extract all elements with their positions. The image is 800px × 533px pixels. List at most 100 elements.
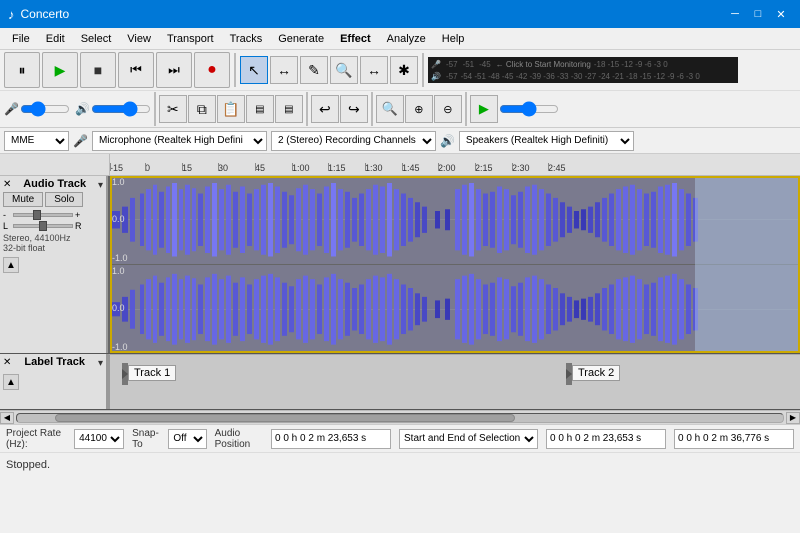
menu-transport[interactable]: Transport bbox=[159, 31, 222, 47]
mute-button[interactable]: Mute bbox=[3, 192, 43, 207]
play-button[interactable]: ▶ bbox=[42, 52, 78, 88]
status-message: Stopped. bbox=[6, 459, 50, 471]
label-track-canvas[interactable]: Track 1 Track 2 bbox=[108, 354, 800, 409]
scroll-thumb[interactable] bbox=[55, 414, 515, 422]
output-device-select[interactable]: Speakers (Realtek High Definiti) bbox=[459, 131, 634, 151]
divider6 bbox=[465, 92, 467, 126]
track-header: ✕ Audio Track ▾ bbox=[3, 178, 103, 192]
stop-button[interactable]: ■ bbox=[80, 52, 116, 88]
ruler-tick: 2:45 bbox=[548, 163, 566, 173]
audio-position-input[interactable] bbox=[271, 429, 391, 449]
ruler: -15 0 15 30 45 1:00 1:15 1:30 1:45 2:00 … bbox=[0, 154, 800, 176]
trim-button[interactable]: ▤ bbox=[246, 95, 274, 123]
snap-to-select[interactable]: Off bbox=[168, 429, 206, 449]
audio-track-controls: ✕ Audio Track ▾ Mute Solo - + L R bbox=[0, 176, 108, 353]
draw-tool[interactable]: ✎ bbox=[300, 56, 328, 84]
audio-track-canvas[interactable]: 1.0 0.0 -1.0 bbox=[108, 176, 800, 353]
gain-thumb[interactable] bbox=[33, 210, 41, 220]
monitoring-label[interactable]: ← Click to Start Monitoring bbox=[496, 60, 591, 69]
input-volume-slider[interactable] bbox=[20, 102, 70, 116]
close-button[interactable]: ✕ bbox=[770, 3, 792, 25]
horizontal-scrollbar[interactable]: ◀ ▶ bbox=[0, 410, 800, 424]
zoom-magnify[interactable]: ⊕ bbox=[405, 95, 433, 123]
menu-tracks[interactable]: Tracks bbox=[222, 31, 271, 47]
label-track-dropdown[interactable]: ▾ bbox=[98, 358, 103, 369]
next-button[interactable]: ⏭ bbox=[156, 52, 192, 88]
titlebar-controls: ─ □ ✕ bbox=[724, 3, 792, 25]
label-text-2[interactable]: Track 2 bbox=[572, 365, 620, 381]
selection-end-input[interactable] bbox=[674, 429, 794, 449]
sample-rate-info: Stereo, 44100Hz bbox=[3, 233, 103, 243]
titlebar: ♪ Concerto ─ □ ✕ bbox=[0, 0, 800, 28]
menu-effect[interactable]: Effect bbox=[332, 31, 379, 47]
audio-track-close[interactable]: ✕ bbox=[3, 180, 11, 190]
zoom-tool-btn[interactable]: 🔍 bbox=[330, 56, 358, 84]
ruler-tick: -15 bbox=[110, 163, 123, 173]
select-tool[interactable]: ↖ bbox=[240, 56, 268, 84]
label-text-1[interactable]: Track 1 bbox=[128, 365, 176, 381]
label-track1: Track 1 bbox=[122, 363, 176, 385]
record-button[interactable]: ● bbox=[194, 52, 230, 88]
snap-to-label: Snap-To bbox=[132, 428, 160, 450]
input-device-select[interactable]: Microphone (Realtek High Defini bbox=[92, 131, 267, 151]
speed-slider[interactable] bbox=[499, 102, 559, 116]
menu-edit[interactable]: Edit bbox=[38, 31, 73, 47]
silence-button[interactable]: ▤ bbox=[275, 95, 303, 123]
undo-button[interactable]: ↩ bbox=[311, 95, 339, 123]
ruler-tick: 2:30 bbox=[512, 163, 530, 173]
solo-button[interactable]: Solo bbox=[45, 192, 83, 207]
pan-thumb[interactable] bbox=[39, 221, 47, 231]
menubar: File Edit Select View Transport Tracks G… bbox=[0, 28, 800, 50]
menu-help[interactable]: Help bbox=[434, 31, 473, 47]
status-bar: Project Rate (Hz): 44100 Snap-To Off Aud… bbox=[0, 424, 800, 477]
redo-button[interactable]: ↪ bbox=[340, 95, 368, 123]
paste-button[interactable]: 📋 bbox=[217, 95, 245, 123]
channels-select[interactable]: 2 (Stereo) Recording Channels bbox=[271, 131, 436, 151]
prev-button[interactable]: ⏮ bbox=[118, 52, 154, 88]
amplitude-label-zero: 0.0 bbox=[112, 214, 125, 224]
menu-file[interactable]: File bbox=[4, 31, 38, 47]
audio-track-dropdown[interactable]: ▾ bbox=[98, 180, 103, 191]
maximize-button[interactable]: □ bbox=[747, 3, 769, 25]
selection-start-input[interactable] bbox=[546, 429, 666, 449]
label-track-close[interactable]: ✕ bbox=[3, 358, 11, 368]
menu-select[interactable]: Select bbox=[73, 31, 120, 47]
project-rate-select[interactable]: 44100 bbox=[74, 429, 124, 449]
pause-button[interactable]: ⏸ bbox=[4, 52, 40, 88]
output-volume-slider[interactable] bbox=[91, 102, 151, 116]
selection-type-select[interactable]: Start and End of Selection bbox=[399, 429, 538, 449]
cut-button[interactable]: ✂ bbox=[159, 95, 187, 123]
menu-analyze[interactable]: Analyze bbox=[379, 31, 434, 47]
label-track-header: ✕ Label Track ▾ bbox=[3, 356, 103, 370]
track-move-up[interactable]: ▲ bbox=[3, 257, 19, 273]
audio-api-select[interactable]: MME bbox=[4, 131, 69, 151]
zoom-out-button[interactable]: ⊖ bbox=[434, 95, 462, 123]
zoom-in-button[interactable]: 🔍 bbox=[376, 95, 404, 123]
scroll-left-button[interactable]: ◀ bbox=[0, 412, 14, 424]
minimize-button[interactable]: ─ bbox=[724, 3, 746, 25]
divider2 bbox=[422, 53, 424, 87]
scroll-track[interactable] bbox=[16, 413, 784, 423]
menu-generate[interactable]: Generate bbox=[270, 31, 332, 47]
label-track-move-up[interactable]: ▲ bbox=[3, 374, 19, 390]
input-meter: 🎤 -57 -51 -45 ← Click to Start Monitorin… bbox=[431, 58, 735, 70]
audio-track-name: Audio Track bbox=[23, 178, 86, 190]
device-toolbar: MME 🎤 Microphone (Realtek High Defini 2 … bbox=[0, 128, 800, 154]
scroll-right-button[interactable]: ▶ bbox=[786, 412, 800, 424]
amplitude-label-top-pos: 1.0 bbox=[112, 177, 125, 187]
output-meter: 🔊 -57 -54 -51 -48 -45 -42 -39 -36 -33 -3… bbox=[431, 70, 735, 82]
audio-track-info: Stereo, 44100Hz 32-bit float bbox=[3, 233, 103, 253]
multi-tool[interactable]: ✱ bbox=[390, 56, 418, 84]
gain-slider[interactable] bbox=[13, 213, 73, 217]
project-rate-label: Project Rate (Hz): bbox=[6, 428, 66, 450]
meter-panel: 🎤 -57 -51 -45 ← Click to Start Monitorin… bbox=[428, 57, 738, 83]
pan-slider[interactable] bbox=[13, 224, 73, 228]
play-speed-button[interactable]: ▶ bbox=[470, 95, 498, 123]
ruler-tick: 1:00 bbox=[292, 163, 310, 173]
mute-solo-controls: Mute Solo bbox=[3, 192, 103, 207]
copy-button[interactable]: ⧉ bbox=[188, 95, 216, 123]
amplitude-label-bot-zero: 0.0 bbox=[112, 303, 125, 313]
timeshift-tool[interactable]: ↔ bbox=[360, 56, 388, 84]
envelope-tool[interactable]: ↔ bbox=[270, 56, 298, 84]
menu-view[interactable]: View bbox=[119, 31, 159, 47]
